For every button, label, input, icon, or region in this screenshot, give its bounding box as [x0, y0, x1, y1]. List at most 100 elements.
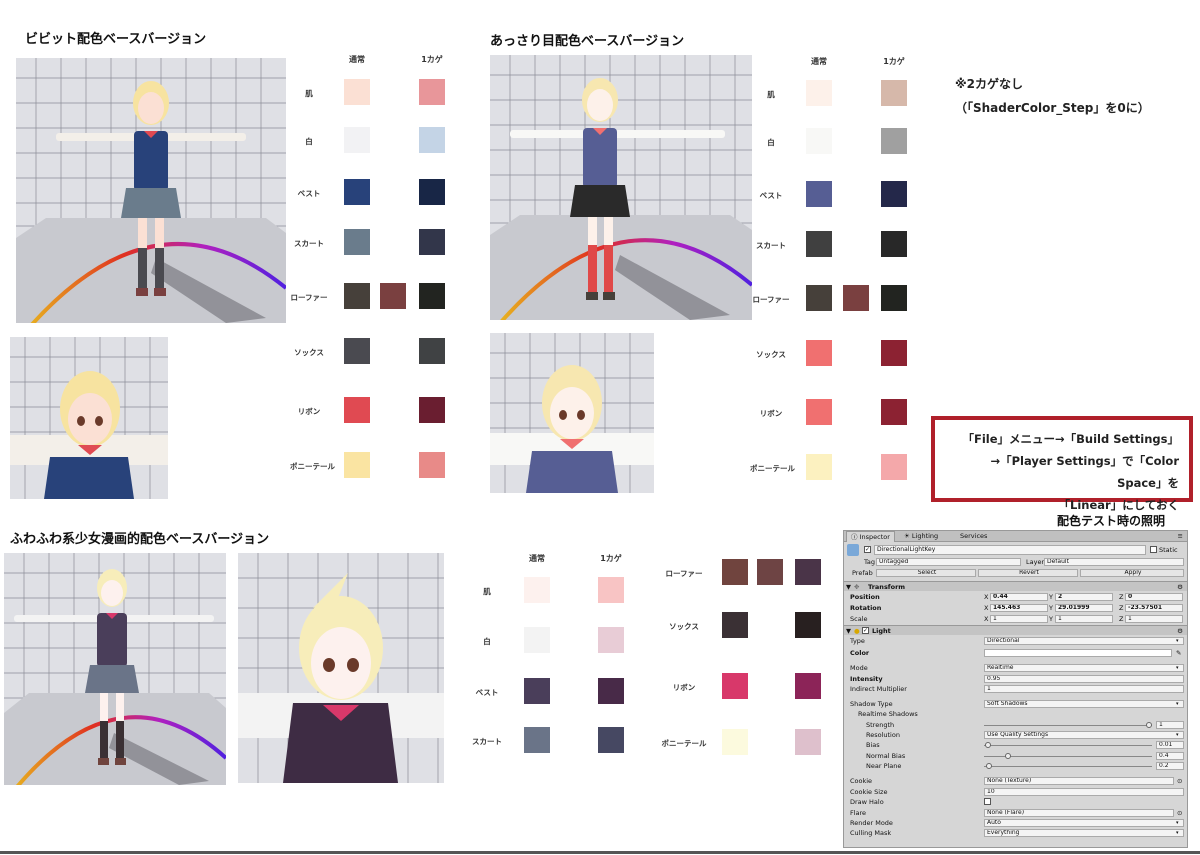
- color-label: ローファー: [665, 569, 703, 578]
- position-z-field[interactable]: 0: [1125, 593, 1183, 601]
- prop-label: Resolution: [866, 731, 900, 739]
- prefab-row: Prefab Select Revert Apply: [844, 568, 1187, 578]
- slider-knob[interactable]: [985, 742, 991, 748]
- object-picker-icon[interactable]: ⊙: [1177, 776, 1182, 786]
- character-render-image: [4, 553, 226, 785]
- light-prop-row: Bias 0.01: [844, 740, 1187, 750]
- color-swatch: [795, 673, 821, 699]
- light-prop-row: Resolution Use Quality Settings ▾: [844, 730, 1187, 740]
- object-name-field[interactable]: DirectionalLightKey: [874, 545, 1146, 555]
- object-picker-icon[interactable]: ⊙: [1177, 808, 1182, 818]
- rotation-x-field[interactable]: 145.463: [990, 604, 1048, 612]
- static-checkbox[interactable]: [1150, 546, 1157, 553]
- light-prop-row: Strength 1: [844, 720, 1187, 730]
- prop-select[interactable]: Everything: [984, 829, 1184, 837]
- prefab-apply-button[interactable]: Apply: [1080, 569, 1184, 577]
- color-label: ベスト: [475, 688, 499, 697]
- prop-object[interactable]: None (Texture): [984, 777, 1174, 785]
- light-prop-row: Near Plane 0.2: [844, 761, 1187, 771]
- light-enabled-checkbox[interactable]: ✓: [862, 627, 869, 634]
- layer-label: Layer: [1026, 558, 1045, 566]
- component-gear-icon[interactable]: ⚙: [1177, 582, 1183, 592]
- slider-knob[interactable]: [1005, 753, 1011, 759]
- dropdown-arrow-icon: ▾: [1176, 665, 1179, 671]
- color-swatch: [598, 678, 624, 704]
- prefab-select-button[interactable]: Select: [876, 569, 976, 577]
- position-label: Position: [850, 593, 880, 601]
- slider-value-field[interactable]: 0.2: [1156, 762, 1184, 770]
- layer-select[interactable]: Default: [1044, 558, 1184, 566]
- light-title: あっさり目配色ベースバージョン: [490, 34, 685, 49]
- tab-inspector[interactable]: ⓘ Inspector: [846, 531, 895, 542]
- prop-field[interactable]: 10: [984, 788, 1184, 796]
- prefab-revert-button[interactable]: Revert: [978, 569, 1078, 577]
- tab-services[interactable]: Services: [956, 531, 991, 541]
- light-prop-row: Intensity 0.95: [844, 674, 1187, 684]
- position-x-field[interactable]: 0.44: [990, 593, 1048, 601]
- prop-label: Intensity: [850, 675, 883, 683]
- slider-knob[interactable]: [986, 763, 992, 769]
- object-header-row: ✓ DirectionalLightKey Static: [844, 544, 1187, 556]
- light-bulb-icon: ●: [854, 627, 860, 635]
- prop-select[interactable]: Use Quality Settings: [984, 731, 1184, 739]
- slider-value-field[interactable]: 1: [1156, 721, 1184, 729]
- color-swatch: [843, 285, 869, 311]
- slider-value-field[interactable]: 0.4: [1156, 752, 1184, 760]
- light-prop-row: Flare None (Flare) ⊙: [844, 808, 1187, 818]
- slider-value-field[interactable]: 0.01: [1156, 741, 1184, 749]
- slider-knob[interactable]: [1146, 722, 1152, 728]
- color-swatch: [881, 80, 907, 106]
- color-swatch: [722, 559, 748, 585]
- fuwafuwa-title: ふわふわ系少女漫画的配色ベースバージョン: [10, 532, 270, 547]
- column-header-shadow: 1カゲ: [883, 57, 905, 66]
- tag-select[interactable]: Untagged: [876, 558, 1021, 566]
- active-checkbox[interactable]: ✓: [864, 546, 871, 553]
- eyedropper-icon[interactable]: ✎: [1176, 648, 1181, 658]
- color-label: 白: [767, 138, 775, 147]
- light-header[interactable]: ▼ ● ✓ Light ⚙: [844, 625, 1187, 635]
- axis-label: Y: [1049, 615, 1053, 623]
- axis-label: X: [984, 604, 989, 612]
- color-swatch: [598, 727, 624, 753]
- draw-halo-checkbox[interactable]: [984, 798, 991, 805]
- foldout-arrow-icon: ▼: [846, 583, 851, 591]
- rotation-z-field[interactable]: -23.57501: [1125, 604, 1183, 612]
- color-swatch: [806, 231, 832, 257]
- color-label: ソックス: [294, 348, 324, 357]
- prop-select[interactable]: Soft Shadows: [984, 700, 1184, 708]
- color-swatch: [881, 340, 907, 366]
- prop-label: Cookie: [850, 777, 873, 785]
- prop-object[interactable]: None (Flare): [984, 809, 1174, 817]
- light-prop-row: Realtime Shadows: [844, 709, 1187, 719]
- light-prop-row: Mode Realtime ▾: [844, 663, 1187, 673]
- prefab-label: Prefab: [852, 569, 873, 577]
- transform-header[interactable]: ▼ ✥ Transform ⚙: [844, 581, 1187, 591]
- prop-select[interactable]: Auto: [984, 819, 1184, 827]
- tab-inspector-label: Inspector: [859, 533, 890, 541]
- scale-z-field[interactable]: 1: [1125, 615, 1183, 623]
- color-swatch: [524, 727, 550, 753]
- scale-x-field[interactable]: 1: [990, 615, 1048, 623]
- component-gear-icon[interactable]: ⚙: [1177, 626, 1183, 636]
- scale-y-field[interactable]: 1: [1055, 615, 1113, 623]
- color-swatch: [524, 627, 550, 653]
- color-swatch: [795, 612, 821, 638]
- tab-lighting[interactable]: ☀ Lighting: [900, 531, 942, 541]
- position-y-field[interactable]: 2: [1055, 593, 1113, 601]
- column-header-shadow: 1カゲ: [600, 554, 622, 563]
- prop-field[interactable]: 1: [984, 685, 1184, 693]
- axis-label: Z: [1119, 593, 1124, 601]
- prop-select[interactable]: Realtime: [984, 664, 1184, 672]
- prop-label: Strength: [866, 721, 895, 729]
- instruction-line1: 「File」メニュー→「Build Settings」: [962, 432, 1179, 446]
- rotation-y-field[interactable]: 29.01999: [1055, 604, 1113, 612]
- scale-label: Scale: [850, 615, 868, 623]
- color-swatch: [419, 452, 445, 478]
- color-swatch: [881, 285, 907, 311]
- prop-field[interactable]: 0.95: [984, 675, 1184, 683]
- color-field[interactable]: [984, 649, 1172, 657]
- prop-select[interactable]: Directional: [984, 637, 1184, 645]
- panel-menu-icon[interactable]: ≡: [1178, 531, 1183, 541]
- color-swatch: [419, 338, 445, 364]
- vivid-closeup-render: [10, 337, 168, 499]
